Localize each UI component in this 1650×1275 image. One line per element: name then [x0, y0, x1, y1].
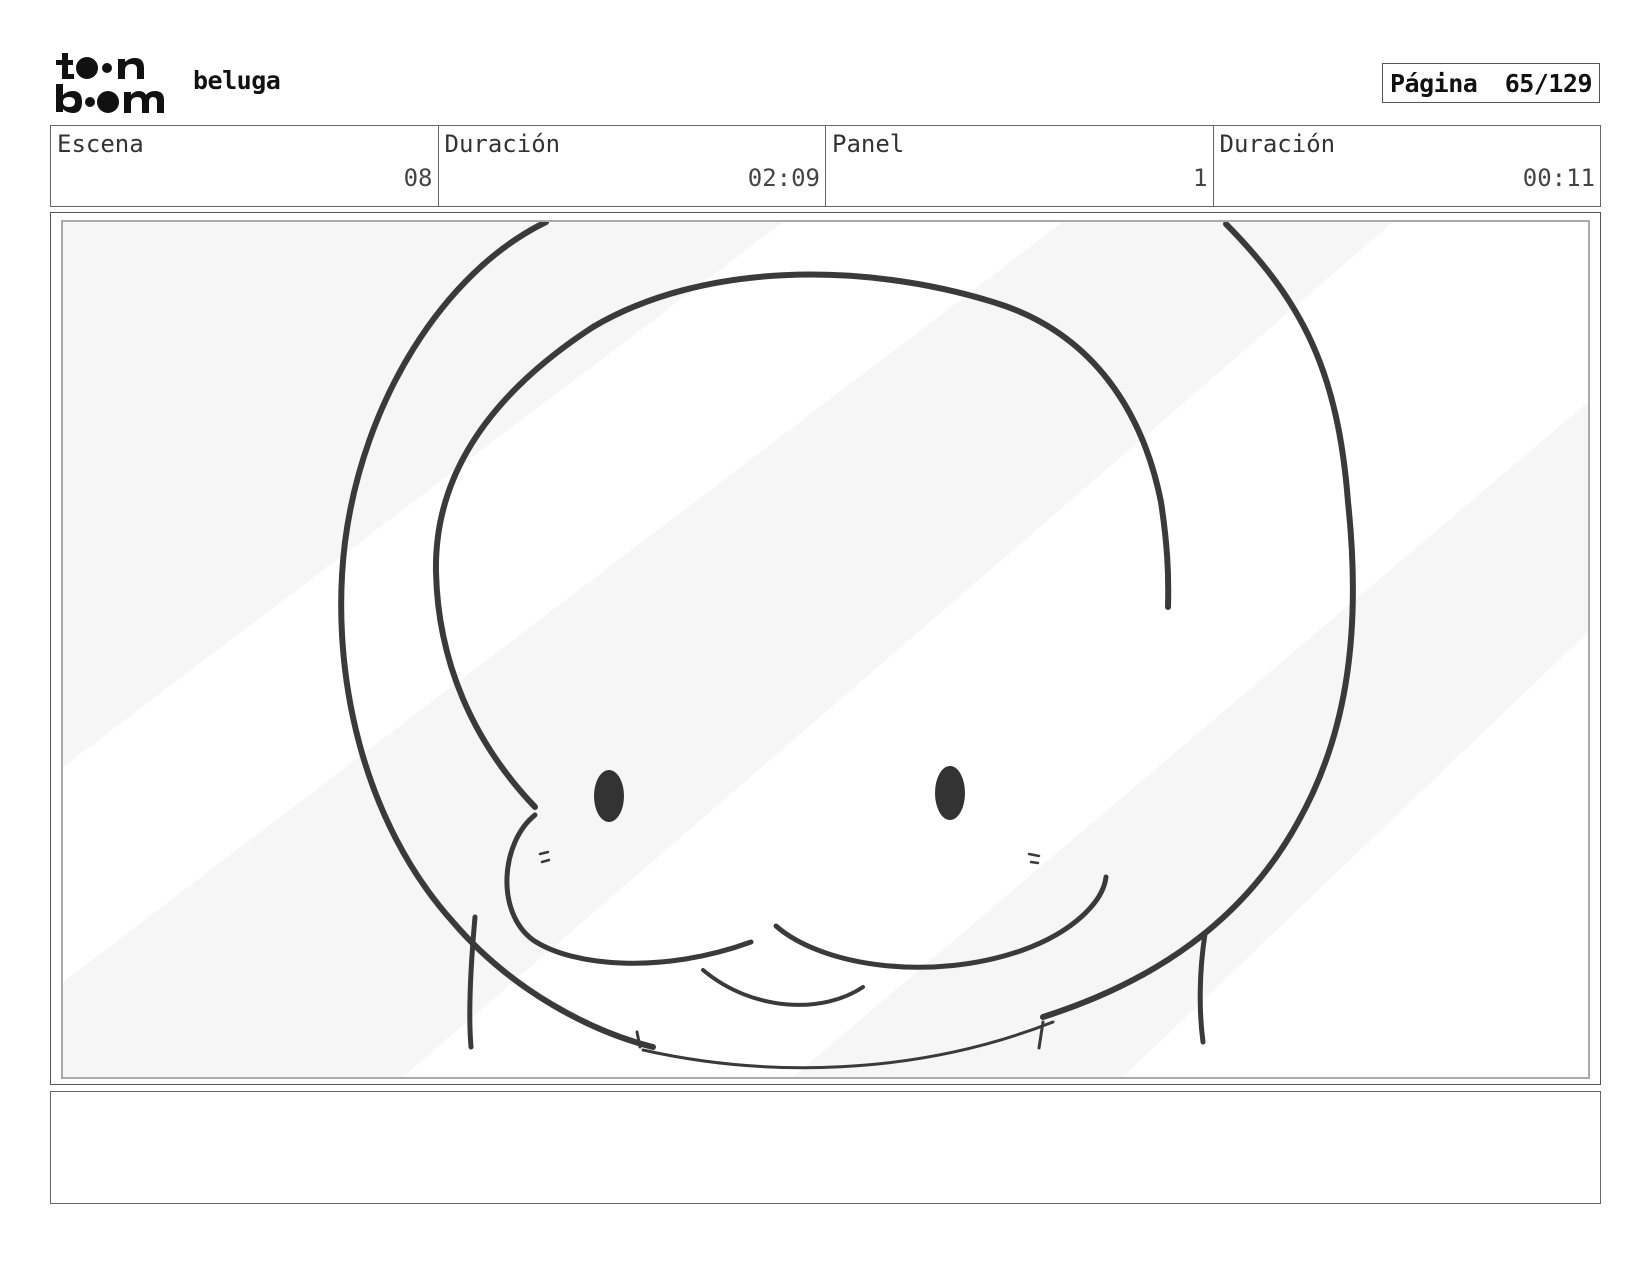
panel-label: Panel — [832, 130, 905, 158]
scene-cell: Escena 08 — [51, 126, 439, 206]
scene-label: Escena — [57, 130, 144, 158]
panel-cell: Panel 1 — [826, 126, 1214, 206]
panel-value: 1 — [1193, 164, 1208, 192]
scene-value: 08 — [403, 164, 433, 192]
panel-duration-cell: Duración 00:11 — [1214, 126, 1601, 206]
page-label: Página — [1390, 68, 1478, 98]
storyboard-panel-image — [61, 220, 1590, 1079]
panel-duration-value: 00:11 — [1522, 164, 1595, 192]
toon-boom-logo — [56, 53, 164, 113]
scene-duration-value: 02:09 — [747, 164, 820, 192]
right-eye — [935, 766, 965, 820]
scene-duration-cell: Duración 02:09 — [439, 126, 826, 206]
left-eye — [594, 770, 624, 822]
scene-duration-label: Duración — [444, 130, 561, 158]
page-indicator: Página 65/129 — [1382, 63, 1600, 103]
project-name: beluga — [193, 66, 281, 95]
panel-notes-box — [50, 1091, 1601, 1204]
page-number: 65/129 — [1504, 68, 1593, 98]
beluga-drawing — [63, 222, 1588, 1077]
panel-duration-label: Duración — [1219, 130, 1336, 158]
scene-info-table: Escena 08 Duración 02:09 Panel 1 Duració… — [50, 125, 1601, 207]
